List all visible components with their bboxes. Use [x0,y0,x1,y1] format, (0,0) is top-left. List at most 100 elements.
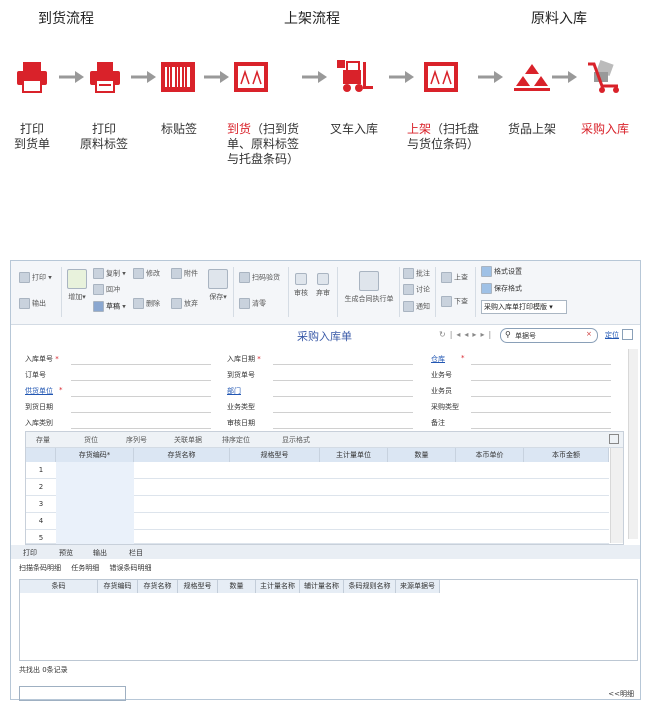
bottom-input[interactable] [19,686,126,701]
draft-button[interactable]: 草稿 ▾ [93,301,126,312]
prev-query-button[interactable]: 上查 [441,272,468,283]
next-query-button[interactable]: 下查 [441,296,468,307]
row-number: 2 [38,483,44,491]
save-button[interactable]: 保存▾ [207,269,229,302]
biz-no-field[interactable] [471,380,611,381]
delete-button[interactable]: 删除 [133,298,160,309]
clear-button[interactable]: 清零 [239,298,266,309]
main-scrollbar[interactable] [628,349,638,539]
grid-header: 本币金额 [524,448,609,462]
arrow-icon [131,71,156,83]
columns-button[interactable]: 栏目 [129,548,143,558]
expand-icon[interactable] [609,434,619,444]
discard-button[interactable]: 弃审 [313,273,333,298]
audit-button[interactable]: 审核 [291,273,311,298]
save-format-label: 保存格式 [494,284,522,293]
forklift-icon [337,60,375,94]
search-input[interactable]: ⚲ 单据号 × [500,328,598,343]
field-receipt-date-label: 入库日期 * [227,355,261,363]
redflush-icon [93,284,104,295]
serial-button[interactable]: 序列号 [126,435,147,445]
grid-scrollbar[interactable] [610,448,623,543]
sub-header: 规格型号 [178,580,218,593]
remark-field[interactable] [471,428,611,429]
printer-label-icon [88,60,122,94]
flow-header-arrival: 到货流程 [38,11,94,27]
step-label-arrival-scan: 到货（扫到货 单、原料标签 与托盘条码） [227,122,299,167]
discard-icon [317,273,329,285]
export-button[interactable]: 输出 [19,298,46,309]
template-select[interactable]: 采购入库单打印模版 ▾ [481,300,567,314]
stock-button[interactable]: 存量 [36,435,50,445]
grid-export-button[interactable]: 输出 [93,548,107,558]
clear-search-icon[interactable]: × [586,330,592,338]
receipt-no-field[interactable] [71,364,211,365]
tab-scan-detail[interactable]: 扫描条码明细 [19,564,61,572]
category-field[interactable] [71,428,211,429]
step-label-print-material: 打印 原料标签 [80,122,129,151]
scanner-icon [424,62,458,92]
discuss-button[interactable]: 讨论 [403,284,430,295]
purchase-receipt-window: 打印 ▾ 输出 增加▾ 复制 ▾ 回冲 草稿 ▾ 修改 附件 删除 放弃 保存▾… [10,260,641,701]
format-set-button[interactable]: 格式设置 [481,266,522,277]
locate-link[interactable]: 定位 [605,330,619,340]
arrow-icon [59,71,84,83]
step-highlight-shelf: 上架 [407,122,432,136]
step-label-shelf-scan: 上架（扫托盘 与货位条码） [407,122,479,152]
abandon-button[interactable]: 放弃 [171,298,198,309]
add-button[interactable]: 增加▾ [66,269,88,302]
grid-header: 存货编码* [56,448,134,462]
print-label: 打印 [32,273,46,282]
field-supplier-label[interactable]: 供货单位 [25,386,53,396]
tab-bar: 扫描条码明细 任务明细 错误条码明细 [19,563,151,573]
salesman-field[interactable] [471,396,611,397]
scan-verify-button[interactable]: 扫码验货 [239,272,280,283]
tab-task-detail[interactable]: 任务明细 [71,564,99,572]
arrival-no-field[interactable] [273,380,413,381]
copy-button[interactable]: 复制 ▾ [93,268,126,279]
label-text: 入库单号 [25,355,53,363]
purchase-type-field[interactable] [471,412,611,413]
detail-toggle-link[interactable]: <<明细 [608,689,634,699]
flow-header-material-in: 原料入库 [531,11,587,27]
attach-button[interactable]: 附件 [171,268,198,279]
receipt-date-field[interactable] [273,364,413,365]
audit-icon [295,273,307,285]
layout-icon[interactable] [622,329,633,340]
separator [337,267,338,317]
notify-button[interactable]: 通知 [403,301,430,312]
biz-type-field[interactable] [273,412,413,413]
redflush-button[interactable]: 回冲 [93,284,120,295]
grid-print-button[interactable]: 打印 [23,548,37,558]
gen-contract-button[interactable]: 生成合同执行单 [341,271,397,304]
step-label-print-arrival: 打印 到货单 [14,122,51,151]
stack-icon [512,62,552,92]
warehouse-field[interactable] [471,364,611,365]
sub-header: 条码规则名称 [344,580,396,593]
sort-locate-button[interactable]: 排序定位 [222,435,250,445]
audit-date-field[interactable] [273,428,413,429]
arrival-date-field[interactable] [71,412,211,413]
related-doc-button[interactable]: 关联单据 [174,435,202,445]
print-toolbar: 打印 预览 输出 栏目 [11,545,640,559]
field-warehouse-label[interactable]: 仓库 [431,354,445,364]
supplier-field[interactable] [71,396,211,397]
field-dept-label[interactable]: 部门 [227,386,241,396]
record-nav[interactable]: ↻|◂◂▸▸| [439,330,495,339]
clear-icon [239,298,250,309]
sub-header: 存货编码 [98,580,138,593]
tab-error-detail[interactable]: 错误条码明细 [109,564,151,572]
order-no-field[interactable] [71,380,211,381]
save-format-button[interactable]: 保存格式 [481,283,522,294]
next-query-label: 下查 [454,297,468,306]
display-format-button[interactable]: 显示格式 [282,435,310,445]
prev-query-label: 上查 [454,273,468,282]
dept-field[interactable] [273,396,413,397]
location-button[interactable]: 货位 [84,435,98,445]
approve-button[interactable]: 批注 [403,268,430,279]
modify-button[interactable]: 修改 [133,268,160,279]
preview-button[interactable]: 预览 [59,548,73,558]
step-label-goods-shelved: 货品上架 [508,122,557,136]
print-button[interactable]: 打印 ▾ [19,272,52,283]
required-mark: * [59,386,63,394]
